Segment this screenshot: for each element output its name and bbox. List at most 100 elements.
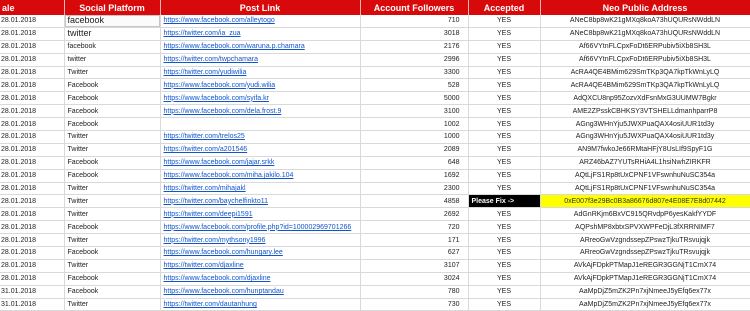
header-date[interactable]: ale xyxy=(0,0,65,15)
post-link[interactable]: https://twitter.com/mihajakl xyxy=(160,182,361,196)
date-cell[interactable]: 28.01.2018 xyxy=(0,130,65,144)
followers-cell[interactable]: 710 xyxy=(360,15,469,28)
date-cell[interactable]: 28.01.2018 xyxy=(0,40,65,54)
accepted-cell[interactable]: YES xyxy=(468,182,541,196)
date-cell[interactable]: 28.01.2018 xyxy=(0,27,65,41)
table-row[interactable]: 28.01.2018 Twitter https://twitter.com/myt… xyxy=(0,233,750,248)
accepted-cell[interactable]: YES xyxy=(468,156,541,170)
post-link[interactable]: https://www.facebook.com/syifa.kr xyxy=(160,91,361,106)
post-link[interactable]: https://www.facebook.com/yudi.wilia xyxy=(160,78,361,93)
platform-cell[interactable]: Facebook xyxy=(64,220,161,235)
table-row[interactable]: 28.01.2018 Facebook https://www.facebook.c… xyxy=(0,246,750,260)
accepted-cell[interactable]: YES xyxy=(468,298,541,311)
table-row[interactable]: 31.01.2018 Twitter https://twitter.com/dau… xyxy=(0,298,750,311)
platform-cell[interactable]: Twitter xyxy=(64,259,161,273)
address-cell[interactable]: ANeC8bp8wK21gMXq8koA73hUQURsNWddLN xyxy=(540,27,750,41)
table-row[interactable]: 31.01.2018 Facebook https://www.facebook.c… xyxy=(0,285,750,299)
platform-cell[interactable]: Facebook xyxy=(64,78,161,93)
post-link[interactable]: https://twitter.com/deepi1591 xyxy=(160,207,361,222)
platform-cell[interactable]: Twitter xyxy=(64,194,161,209)
followers-cell[interactable]: 1002 xyxy=(360,117,469,132)
table-row[interactable]: 28.01.2018 Facebook https://www.facebook.c… xyxy=(0,104,750,119)
table-row[interactable]: 28.01.2018 Facebook https://www.facebook.c… xyxy=(0,156,750,170)
address-cell[interactable]: AVkAjFDpkPTMapJ1eREGR3GGNjT1CmX74 xyxy=(540,259,750,273)
post-link[interactable]: https://twitter.com/ia_zua xyxy=(160,27,361,41)
table-row[interactable]: 28.01.2018 Twitter https://twitter.com/bay… xyxy=(0,194,750,209)
post-link[interactable] xyxy=(160,117,361,132)
date-cell[interactable]: 28.01.2018 xyxy=(0,91,65,106)
address-cell[interactable]: Af66VYtnFLCpxFoDt6ERPubiv5iXb8SH3L xyxy=(540,53,750,67)
address-cell[interactable]: AQtLjFS1Rp8tUxCPNF1VFswnhuNuSC354a xyxy=(540,182,750,196)
address-cell[interactable]: AaMpDjZ5mZK2Pn7xjNmeeJ5yEfq6ex77x xyxy=(540,285,750,299)
accepted-cell[interactable]: YES xyxy=(468,233,541,248)
followers-cell[interactable]: 3018 xyxy=(360,27,469,41)
date-cell[interactable]: 28.01.2018 xyxy=(0,143,65,157)
followers-cell[interactable]: 2692 xyxy=(360,207,469,222)
accepted-cell[interactable]: YES xyxy=(468,207,541,222)
table-row[interactable]: 28.01.2018 Facebook https://www.facebook.c… xyxy=(0,220,750,235)
platform-cell[interactable]: Twitter xyxy=(64,143,161,157)
post-link[interactable]: https://twitter.com/trelos25 xyxy=(160,130,361,144)
accepted-cell[interactable]: YES xyxy=(468,272,541,286)
post-link[interactable]: https://twitter.com/djaxline xyxy=(160,259,361,273)
address-cell[interactable]: ARreoGwVzgndssepZPswzTjkuTRsvujqjk xyxy=(540,233,750,248)
platform-cell[interactable]: Twitter xyxy=(64,298,161,311)
post-link[interactable]: https://twitter.com/a201546 xyxy=(160,143,361,157)
date-cell[interactable]: 28.01.2018 xyxy=(0,66,65,80)
header-link[interactable]: Post Link xyxy=(160,0,361,15)
followers-cell[interactable]: 1000 xyxy=(360,130,469,144)
followers-cell[interactable]: 5000 xyxy=(360,91,469,106)
platform-cell[interactable]: Twitter xyxy=(64,130,161,144)
accepted-cell[interactable]: YES xyxy=(468,246,541,260)
platform-cell[interactable]: twitter xyxy=(64,53,161,67)
date-cell[interactable]: 28.01.2018 xyxy=(0,117,65,132)
table-row[interactable]: 28.01.2018 Facebook https://www.facebook.c… xyxy=(0,169,750,183)
platform-cell[interactable]: Facebook xyxy=(64,169,161,183)
date-cell[interactable]: 28.01.2018 xyxy=(0,156,65,170)
address-cell[interactable]: AQtLjFS1Rp8tUxCPNF1VFswnhuNuSC354a xyxy=(540,169,750,183)
header-followers[interactable]: Account Followers xyxy=(360,0,469,15)
post-link[interactable]: https://www.facebook.com/waruna.p.chamar… xyxy=(160,40,361,54)
address-cell[interactable]: AaMpDjZ5mZK2Pn7xjNmeeJ5yEfq6ex77x xyxy=(540,298,750,311)
platform-cell[interactable]: Twitter xyxy=(64,233,161,248)
post-link[interactable]: https://www.facebook.com/miha.jakilo.104 xyxy=(160,169,361,183)
date-cell[interactable]: 28.01.2018 xyxy=(0,207,65,222)
followers-cell[interactable]: 627 xyxy=(360,246,469,260)
accepted-cell[interactable]: YES xyxy=(468,15,541,28)
date-cell[interactable]: 31.01.2018 xyxy=(0,285,65,299)
accepted-cell[interactable]: YES xyxy=(468,285,541,299)
date-cell[interactable]: 28.01.2018 xyxy=(0,220,65,235)
date-cell[interactable]: 28.01.2018 xyxy=(0,169,65,183)
address-cell[interactable]: AVkAjFDpkPTMapJ1eREGR3GGNjT1CmX74 xyxy=(540,272,750,286)
address-cell[interactable]: ANeC8bp8wK21gMXq8koA73hUQURsNWddLN xyxy=(540,15,750,28)
followers-cell[interactable]: 2300 xyxy=(360,182,469,196)
platform-cell[interactable]: Facebook xyxy=(64,156,161,170)
table-row[interactable]: 28.01.2018 twitter https://twitter.com/twp… xyxy=(0,53,750,67)
address-cell[interactable]: AN9M7fwkoJe66RMtaHFjY8UsLIf9SpyF1G xyxy=(540,143,750,157)
accepted-cell[interactable]: YES xyxy=(468,104,541,119)
followers-cell[interactable]: 171 xyxy=(360,233,469,248)
table-row[interactable]: 28.01.2018 Twitter https://twitter.com/tre… xyxy=(0,130,750,144)
table-row[interactable]: 28.01.2018 Facebook https://www.facebook.c… xyxy=(0,91,750,106)
platform-cell[interactable]: twitter xyxy=(64,27,161,41)
table-row[interactable]: 28.01.2018 facebook https://www.facebook.c… xyxy=(0,40,750,54)
platform-cell[interactable]: Twitter xyxy=(64,182,161,196)
platform-cell[interactable]: Twitter xyxy=(64,66,161,80)
platform-cell[interactable]: Facebook xyxy=(64,285,161,299)
table-row[interactable]: 28.01.2018 Twitter https://twitter.com/mih… xyxy=(0,182,750,196)
platform-cell[interactable]: Facebook xyxy=(64,246,161,260)
followers-cell[interactable]: 720 xyxy=(360,220,469,235)
followers-cell[interactable]: 3300 xyxy=(360,66,469,80)
post-link[interactable]: https://www.facebook.com/hungary.lee xyxy=(160,246,361,260)
platform-cell[interactable]: facebook xyxy=(64,15,161,28)
post-link[interactable]: https://twitter.com/dautanhung xyxy=(160,298,361,311)
accepted-cell[interactable]: YES xyxy=(468,117,541,132)
accepted-cell[interactable]: YES xyxy=(468,53,541,67)
post-link[interactable]: https://www.facebook.com/jajar.srkk xyxy=(160,156,361,170)
header-address[interactable]: Neo Public Address xyxy=(540,0,750,15)
header-accepted[interactable]: Accepted xyxy=(468,0,541,15)
followers-cell[interactable]: 1692 xyxy=(360,169,469,183)
address-cell[interactable]: AdQXCU8np95ZozvXdFsnMxG3UUMW7Bgkr xyxy=(540,91,750,106)
date-cell[interactable]: 28.01.2018 xyxy=(0,194,65,209)
address-cell[interactable]: AcRA4QE4BMim629SmTKp3QA7kpTkWnLyLQ xyxy=(540,78,750,93)
